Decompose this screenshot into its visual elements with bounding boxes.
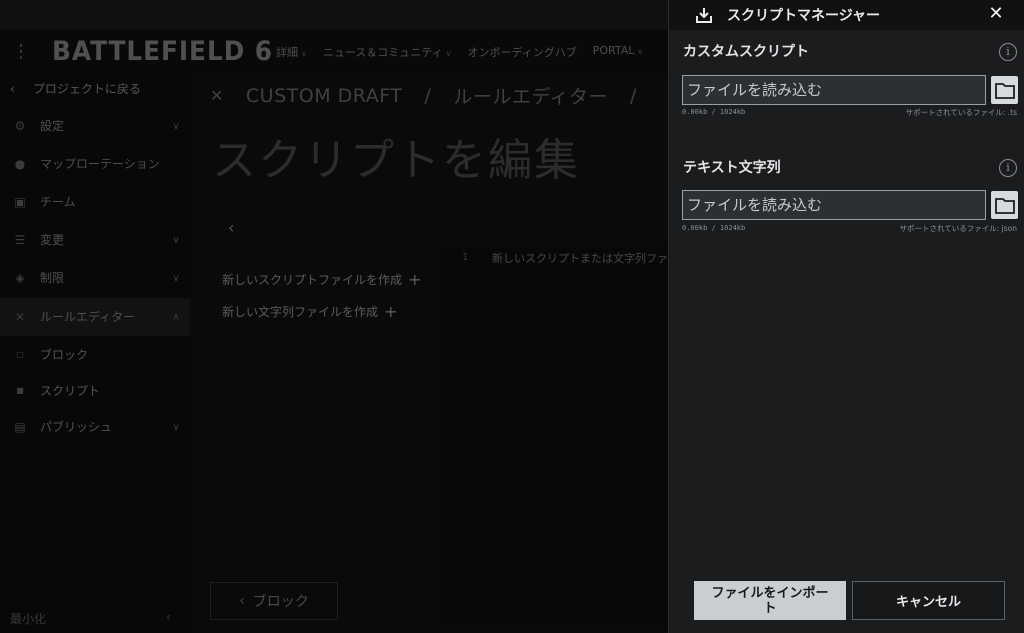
close-icon[interactable]: ✕ (985, 3, 1007, 25)
import-file-button[interactable]: ファイルをインポート (694, 581, 846, 620)
panel-header: スクリプトマネージャー ✕ (669, 0, 1024, 30)
modal-backdrop[interactable] (0, 0, 668, 633)
script-manager-panel: スクリプトマネージャー ✕ カスタムスクリプト i ファイルを読み込む 0.00… (668, 0, 1024, 633)
custom-script-file-input[interactable]: ファイルを読み込む (682, 75, 986, 105)
info-icon[interactable]: i (999, 159, 1017, 177)
custom-script-size: 0.00kb / 1024kb (682, 108, 746, 116)
text-strings-title: テキスト文字列 (683, 160, 781, 176)
text-strings-supported-types: サポートされているファイル: json (899, 224, 1017, 233)
text-strings-size: 0.00kb / 1024kb (682, 224, 746, 232)
custom-scripts-title: カスタムスクリプト (683, 44, 809, 60)
custom-script-supported-types: サポートされているファイル: .ts (905, 108, 1017, 117)
folder-icon[interactable] (991, 191, 1018, 219)
cancel-button[interactable]: キャンセル (852, 581, 1005, 620)
folder-icon[interactable] (991, 76, 1018, 104)
panel-title: スクリプトマネージャー (727, 8, 881, 24)
import-icon (696, 8, 712, 23)
text-strings-file-input[interactable]: ファイルを読み込む (682, 190, 986, 220)
info-icon[interactable]: i (999, 43, 1017, 61)
